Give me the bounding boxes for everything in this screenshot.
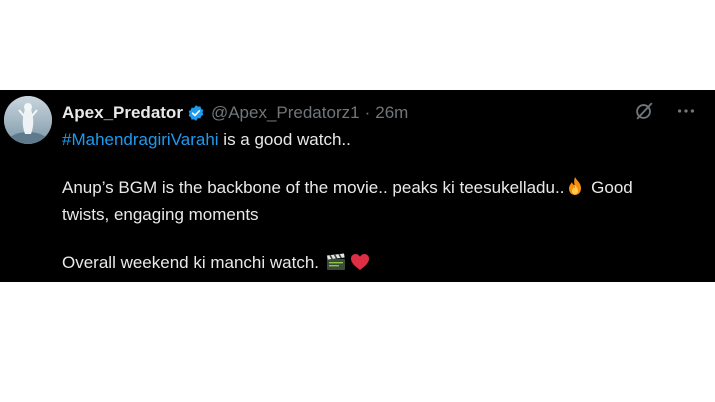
tweet-line-2: Anup’s BGM is the backbone of the movie.… (62, 176, 699, 203)
grok-icon[interactable] (633, 100, 655, 122)
tweet-line-1-text: is a good watch.. (218, 130, 351, 149)
avatar[interactable] (4, 96, 52, 144)
fire-emoji-icon (566, 176, 584, 203)
page: Apex_Predator @Apex_Predatorz1 · 26m #Ma… (0, 0, 715, 402)
hashtag-link[interactable]: #MahendragiriVarahi (62, 130, 219, 149)
display-name[interactable]: Apex_Predator (62, 103, 183, 123)
separator-dot: · (364, 103, 371, 122)
tweet-actions (633, 100, 697, 122)
tweet-line-2-text: Anup’s BGM is the backbone of the movie.… (62, 178, 565, 197)
more-options-icon[interactable] (675, 100, 697, 122)
timestamp[interactable]: 26m (375, 103, 408, 123)
verified-badge-icon (187, 104, 205, 122)
red-heart-emoji-icon (350, 253, 370, 278)
tweet-line-4: Overall weekend ki manchi watch. (62, 251, 699, 278)
user-handle[interactable]: @Apex_Predatorz1 (211, 103, 360, 123)
tweet-line-4-text: Overall weekend ki manchi watch. (62, 253, 324, 272)
tweet-text: #MahendragiriVarahi is a good watch.. An… (62, 128, 699, 278)
clapper-board-emoji-icon (326, 253, 346, 278)
tweet-header: Apex_Predator @Apex_Predatorz1 · 26m (62, 102, 635, 124)
tweet-line-1: #MahendragiriVarahi is a good watch.. (62, 128, 699, 152)
tweet-card[interactable]: Apex_Predator @Apex_Predatorz1 · 26m #Ma… (0, 90, 715, 282)
avatar-image (4, 96, 52, 144)
tweet-line-3: twists, engaging moments (62, 205, 259, 224)
tweet-line-2-after-emoji: Good (586, 178, 633, 197)
